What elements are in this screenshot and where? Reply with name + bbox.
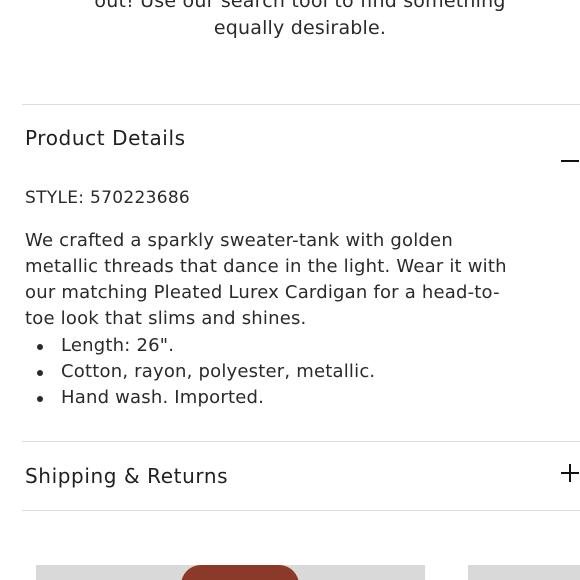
list-item: Cotton, rayon, polyester, metallic. — [25, 359, 375, 385]
description-line: our matching Pleated Lurex Cardigan for … — [25, 282, 500, 303]
product-features-list: Length: 26". Cotton, rayon, polyester, m… — [25, 333, 375, 411]
minus-icon[interactable] — [561, 151, 580, 171]
intro-text: out! Use our search tool to find somethi… — [0, 0, 580, 42]
style-number: STYLE: 570223686 — [25, 188, 191, 208]
intro-line: out! Use our search tool to find somethi… — [94, 0, 506, 12]
intro-line: equally desirable. — [213, 17, 387, 39]
product-details-header[interactable]: Product Details — [25, 126, 186, 150]
product-page: out! Use our search tool to find somethi… — [0, 0, 580, 580]
list-item: Hand wash. Imported. — [25, 385, 375, 411]
product-description: We crafted a sparkly sweater-tank with g… — [25, 228, 580, 332]
product-thumbnail[interactable] — [36, 565, 425, 580]
description-line: We crafted a sparkly sweater-tank with g… — [25, 230, 453, 251]
model-hair — [181, 565, 299, 580]
description-line: toe look that slims and shines. — [25, 308, 307, 329]
plus-icon[interactable] — [561, 463, 580, 483]
product-thumbnail[interactable] — [468, 565, 580, 580]
shipping-returns-header[interactable]: Shipping & Returns — [25, 464, 228, 488]
list-item: Length: 26". — [25, 333, 375, 359]
description-line: metallic threads that dance in the light… — [25, 256, 507, 277]
divider — [22, 441, 580, 442]
divider — [22, 510, 580, 511]
divider — [22, 104, 580, 105]
